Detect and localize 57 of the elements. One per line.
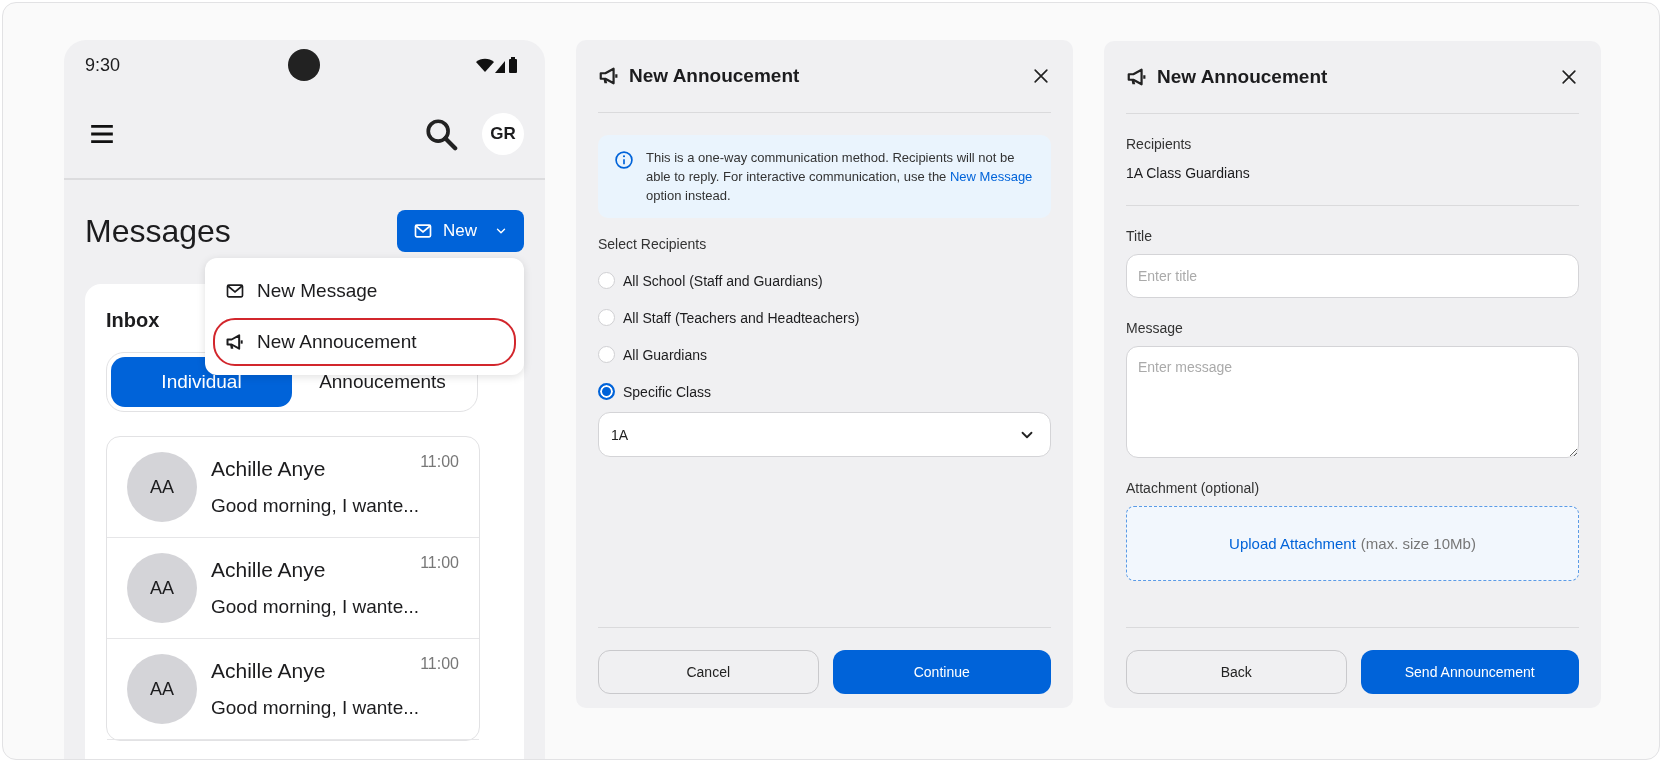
message-time: 11:00 xyxy=(420,453,459,471)
page-title: Messages xyxy=(85,212,231,250)
profile-avatar[interactable]: GR xyxy=(482,113,524,155)
new-button[interactable]: New xyxy=(397,210,524,252)
message-time: 11:00 xyxy=(420,655,459,673)
info-icon xyxy=(614,150,634,170)
dialog-title: New Annoucement xyxy=(629,65,800,87)
dialog-title: New Annoucement xyxy=(1157,66,1328,88)
contact-avatar: AA xyxy=(127,654,197,724)
message-item[interactable]: AA Achille Anye Good morning, I wante... 11:00 xyxy=(107,639,479,740)
upload-note: (max. size 10Mb) xyxy=(1360,535,1476,552)
secondary-button[interactable]: Cancel xyxy=(598,650,819,694)
message-item[interactable]: AA Achille Anye Good morning, I wante... 11:00 xyxy=(107,437,479,538)
mail-icon xyxy=(225,281,245,301)
link[interactable]: New Message xyxy=(949,169,1033,184)
field-label: Message xyxy=(1126,320,1184,336)
sender-name: Achille Anye xyxy=(211,558,326,582)
upload-area[interactable]: Upload Attachment (max. size 10Mb) xyxy=(1126,506,1579,581)
sender-name: Achille Anye xyxy=(211,659,326,683)
primary-button[interactable]: Continue xyxy=(832,650,1051,694)
menu-item[interactable]: New Message xyxy=(213,267,516,315)
message-preview: Good morning, I wante... xyxy=(211,596,421,618)
field-label: Select Recipients xyxy=(598,236,708,252)
message-preview: Good morning, I wante... xyxy=(211,697,421,719)
status-time: 9:30 xyxy=(85,54,121,76)
message-time: 11:00 xyxy=(420,554,459,572)
megaphone-icon xyxy=(225,332,245,352)
menu-item[interactable]: New Annoucement xyxy=(213,318,516,366)
message-preview: Good morning, I wante... xyxy=(211,495,421,517)
upload-link[interactable]: Upload Attachment xyxy=(1229,535,1356,552)
radio-label: All Staff (Teachers and Headteachers) xyxy=(623,309,860,326)
contact-avatar: AA xyxy=(127,553,197,623)
secondary-button[interactable]: Back xyxy=(1126,650,1347,694)
field-label: Title xyxy=(1126,228,1153,244)
contact-avatar: AA xyxy=(127,452,197,522)
close-icon[interactable] xyxy=(1031,66,1051,86)
recipients-value: 1A Class Guardians xyxy=(1126,165,1251,181)
close-icon[interactable] xyxy=(1559,67,1579,87)
radio-button[interactable] xyxy=(598,383,615,400)
field-label: Recipients xyxy=(1126,136,1193,152)
inbox-title: Inbox xyxy=(106,309,160,332)
radio-label: Specific Class xyxy=(623,383,711,400)
megaphone-icon xyxy=(598,65,620,87)
message-item[interactable]: AA Achille Anye Good morning, I wante... 11:00 xyxy=(107,538,479,639)
message-field[interactable]: Enter message xyxy=(1126,346,1579,458)
mail-icon xyxy=(413,221,433,241)
class-dropdown[interactable]: 1A xyxy=(598,412,1051,457)
radio-label: All School (Staff and Guardians) xyxy=(623,272,823,289)
megaphone-icon xyxy=(1126,66,1148,88)
sender-name: Achille Anye xyxy=(211,457,326,481)
info-text: This is a one-way communication method. Recipients will not be able to reply. For interactive communication, use the New Message option instead. xyxy=(646,149,1034,205)
search-icon[interactable] xyxy=(424,117,458,151)
title-field[interactable]: Enter title xyxy=(1126,254,1579,298)
radio-label: All Guardians xyxy=(623,346,708,363)
primary-button[interactable]: Send Announcement xyxy=(1360,650,1579,694)
camera-dot xyxy=(288,49,320,81)
field-label: Attachment (optional) xyxy=(1126,480,1261,496)
